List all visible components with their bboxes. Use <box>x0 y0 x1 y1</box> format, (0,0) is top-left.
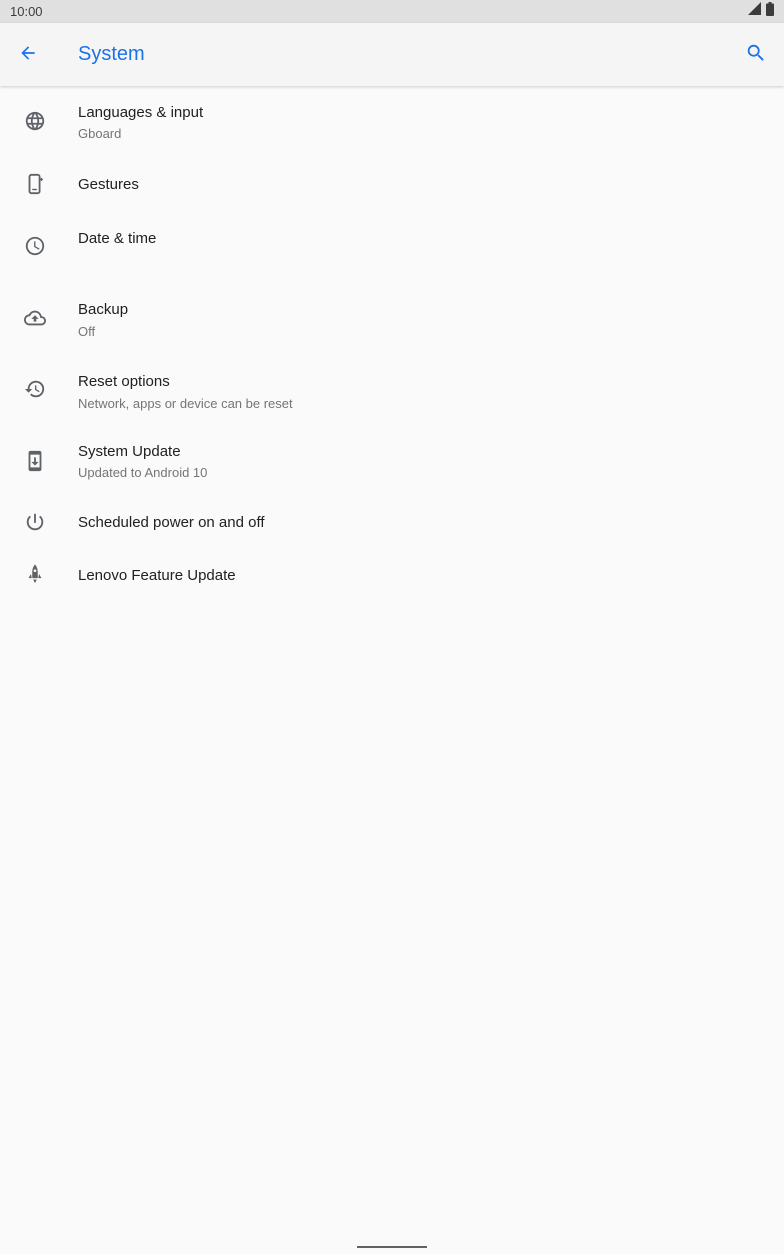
settings-item-title: Gestures <box>78 176 139 193</box>
settings-item-subtitle: Network, apps or device can be reset <box>78 396 293 411</box>
rocket-icon <box>23 562 47 586</box>
history-icon <box>23 377 47 401</box>
settings-item-title: Languages & input <box>78 104 204 121</box>
page-title: System <box>78 43 145 65</box>
settings-item-title: Scheduled power on and off <box>78 514 265 531</box>
settings-item-title: Backup <box>78 301 129 318</box>
settings-item-date-time[interactable]: Date & time <box>0 210 784 282</box>
status-time: 10:00 <box>10 4 43 19</box>
settings-item-reset-options[interactable]: Reset options Network, apps or device ca… <box>0 354 784 426</box>
settings-item-subtitle: Off <box>78 324 96 339</box>
settings-item-subtitle: Gboard <box>78 126 122 141</box>
power-icon <box>23 510 47 534</box>
cloud-upload-icon <box>23 306 47 330</box>
settings-item-title: Lenovo Feature Update <box>78 567 236 584</box>
settings-item-subtitle: Updated to Android 10 <box>78 465 208 480</box>
status-bar: 10:00 <box>0 0 784 23</box>
gestures-icon <box>23 172 47 196</box>
battery-icon <box>766 1 774 21</box>
clock-icon <box>23 234 47 258</box>
cell-signal-icon <box>748 2 761 20</box>
settings-item-gestures[interactable]: Gestures <box>0 158 784 210</box>
nav-gesture-handle[interactable] <box>357 1246 427 1248</box>
globe-icon <box>23 109 47 133</box>
settings-item-scheduled-power[interactable]: Scheduled power on and off <box>0 496 784 548</box>
search-icon <box>745 42 767 69</box>
app-bar: System <box>0 23 784 86</box>
arrow-back-icon <box>18 43 38 68</box>
settings-item-languages[interactable]: Languages & input Gboard <box>0 86 784 158</box>
settings-item-title: Date & time <box>78 230 157 247</box>
back-button[interactable] <box>10 37 46 73</box>
search-button[interactable] <box>738 37 774 73</box>
settings-item-title: Reset options <box>78 373 170 390</box>
settings-item-title: System Update <box>78 443 181 460</box>
settings-item-backup[interactable]: Backup Off <box>0 282 784 354</box>
settings-item-system-update[interactable]: System Update Updated to Android 10 <box>0 426 784 496</box>
settings-item-lenovo-feature-update[interactable]: Lenovo Feature Update <box>0 548 784 604</box>
system-update-icon <box>23 449 47 473</box>
status-icons <box>748 1 774 21</box>
